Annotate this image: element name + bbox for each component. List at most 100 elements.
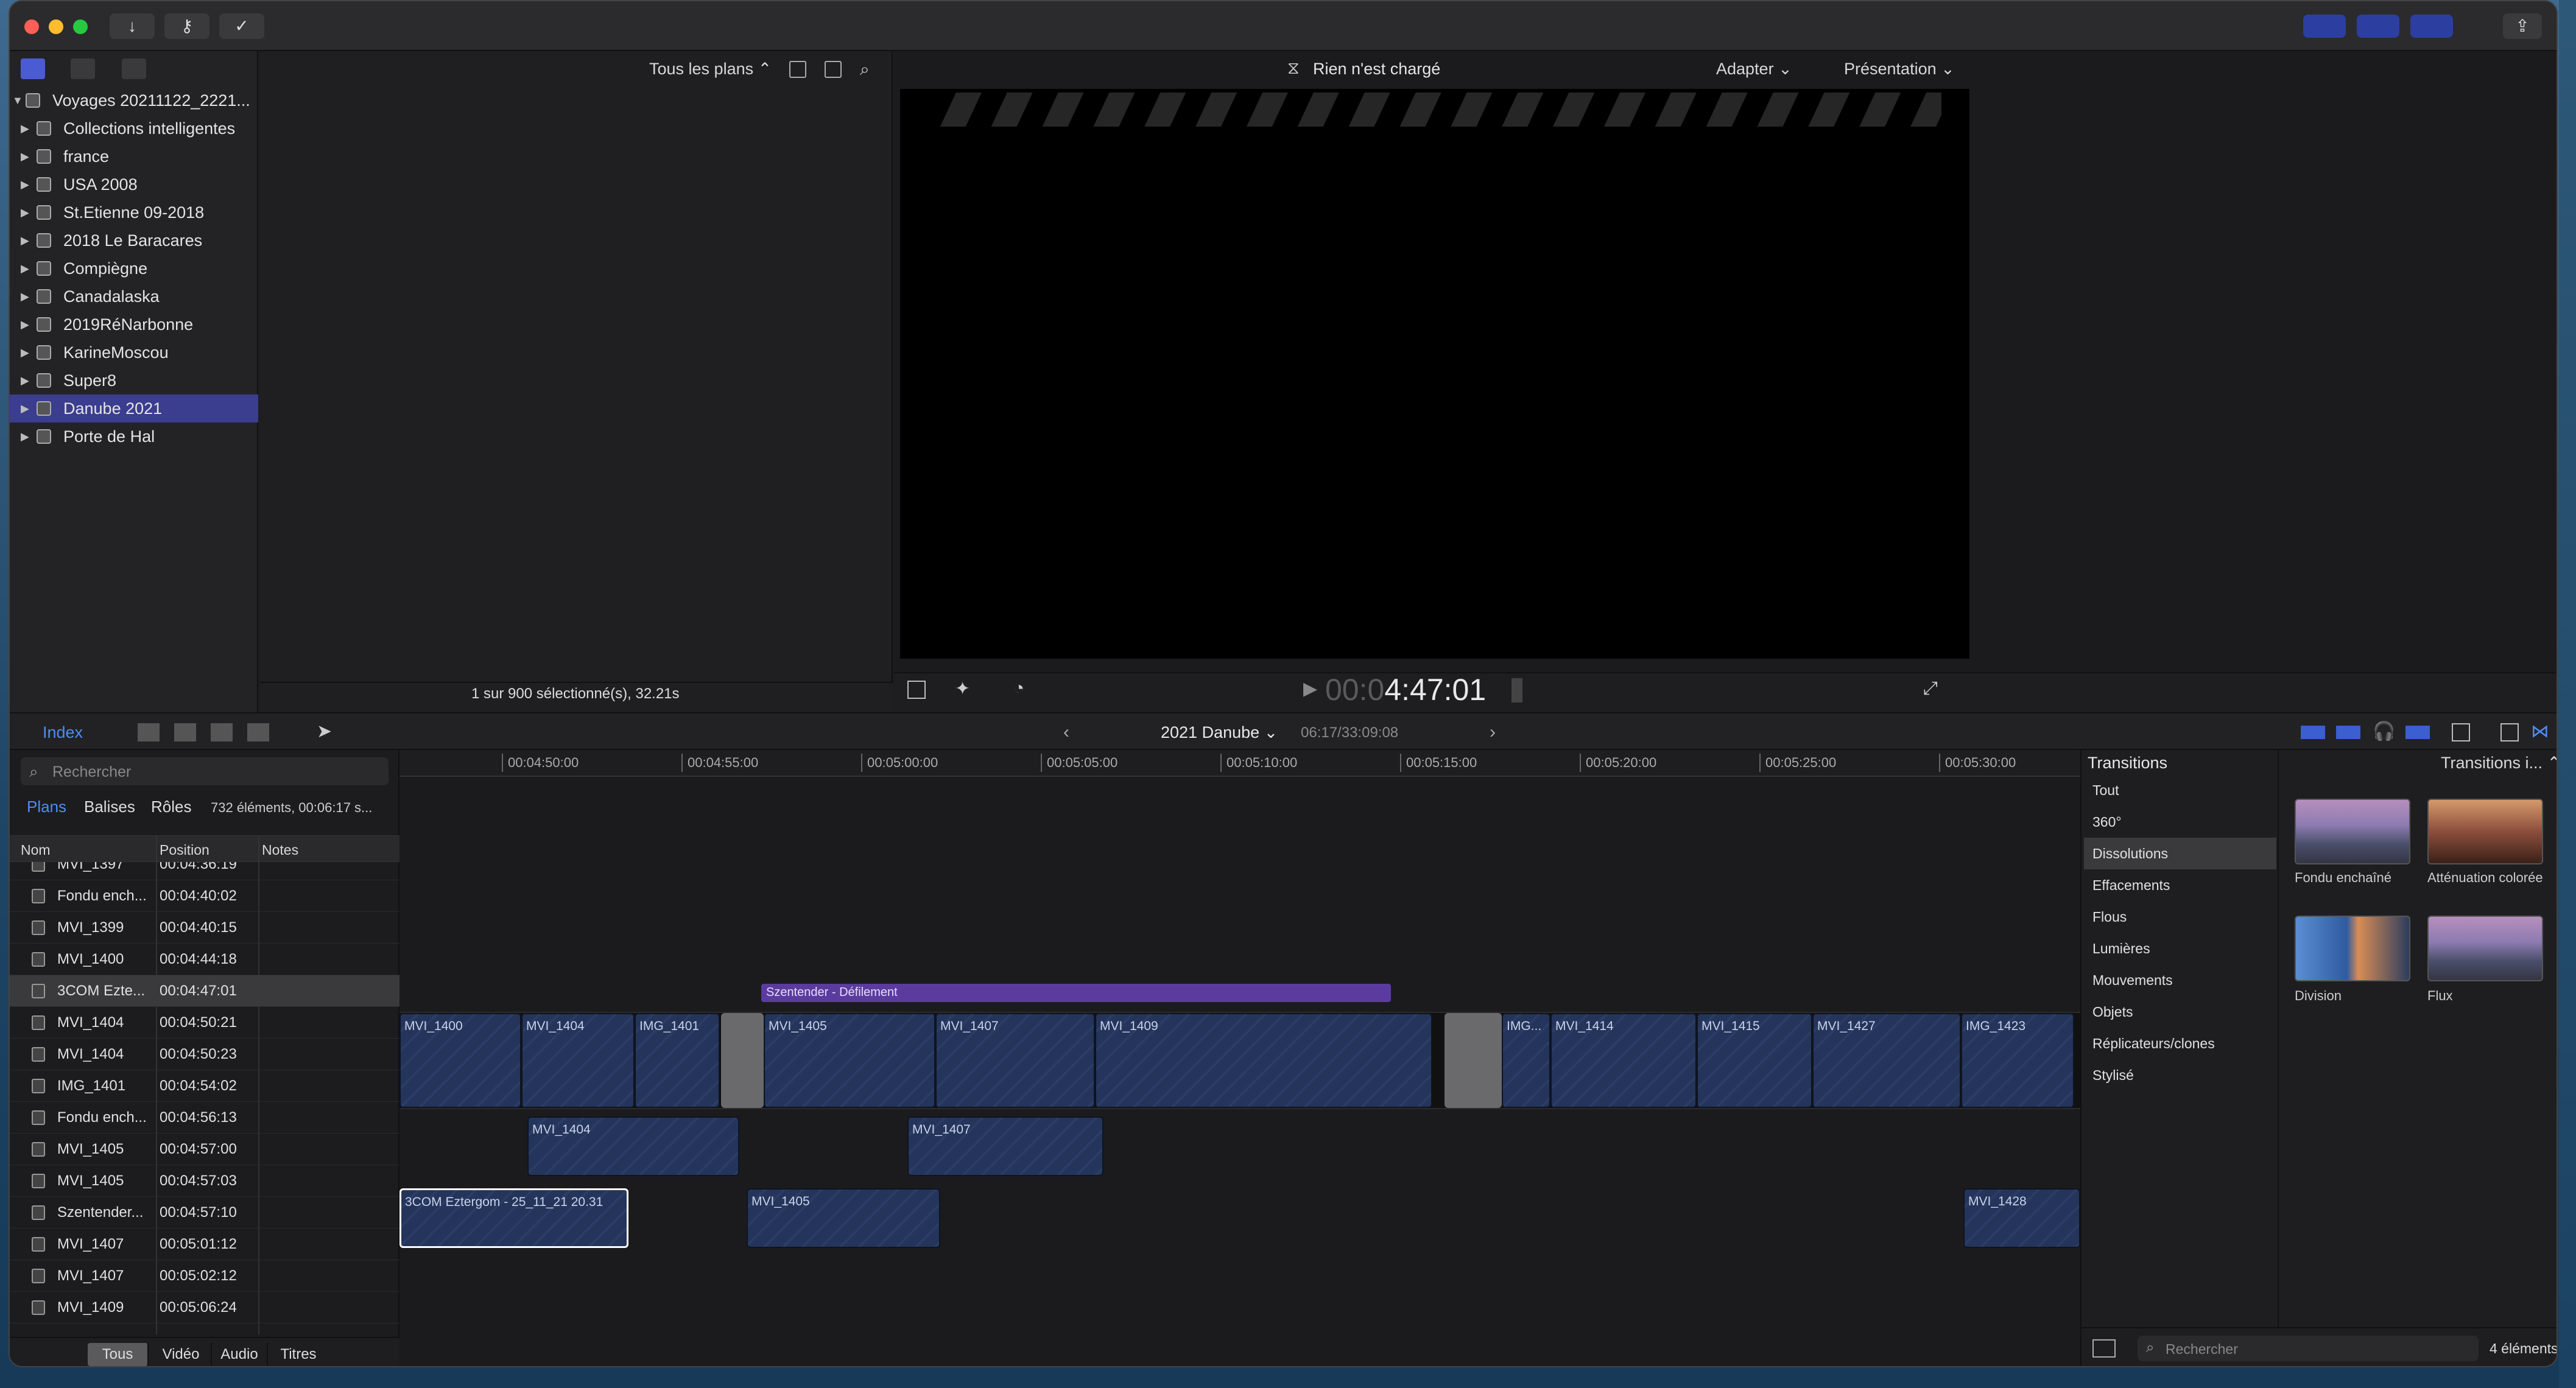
- select-tool-icon[interactable]: ➤: [317, 721, 332, 742]
- overwrite-clip-icon[interactable]: [247, 723, 269, 741]
- library-event-item[interactable]: ▶ Super8: [10, 366, 258, 394]
- enhance-icon[interactable]: ✦: [955, 678, 970, 699]
- project-dropdown[interactable]: 2021 Danube ⌄: [1161, 723, 1278, 742]
- retime-icon[interactable]: ◔: [1013, 678, 1024, 699]
- photos-audio-icon[interactable]: [71, 58, 95, 79]
- index-row[interactable]: MVI_1404 00:04:50:23: [10, 1039, 399, 1070]
- transition-category[interactable]: Mouvements: [2084, 964, 2276, 996]
- disclosure-icon[interactable]: ▶: [21, 142, 29, 170]
- attenuation-coloree-thumbnail[interactable]: [2427, 799, 2543, 864]
- index-row[interactable]: MVI_1407 00:05:01:12: [10, 1229, 399, 1260]
- disclosure-icon[interactable]: ▶: [21, 366, 29, 394]
- library-event-item[interactable]: ▶ Canadalaska: [10, 282, 258, 310]
- close-window-button[interactable]: [24, 19, 39, 34]
- disclosure-open-icon[interactable]: ▼: [12, 86, 23, 114]
- disclosure-icon[interactable]: ▶: [21, 422, 29, 450]
- fullscreen-icon[interactable]: ⤢: [1923, 678, 1938, 699]
- transition-marker[interactable]: [1445, 1013, 1502, 1108]
- fit-dropdown[interactable]: Adapter ⌄: [1716, 60, 1792, 79]
- index-button[interactable]: Index: [43, 723, 83, 742]
- primary-clip[interactable]: MVI_1407: [935, 1013, 1095, 1108]
- inspector-view-button[interactable]: [2410, 15, 2453, 38]
- clip-appearance-timeline-icon[interactable]: [2452, 723, 2470, 741]
- index-row[interactable]: Fondu ench... 00:04:40:02: [10, 880, 399, 912]
- transition-category[interactable]: Réplicateurs/clones: [2084, 1028, 2276, 1059]
- primary-clip[interactable]: MVI_1414: [1550, 1013, 1697, 1108]
- filter-audio[interactable]: Audio: [212, 1343, 268, 1366]
- library-root[interactable]: ▼ Voyages 20211122_2221...: [10, 86, 258, 114]
- play-icon[interactable]: ▶: [1303, 678, 1317, 699]
- filter-video[interactable]: Vidéo: [151, 1343, 212, 1366]
- index-search-field[interactable]: ⌕ Rechercher: [21, 757, 389, 785]
- share-icon[interactable]: ⇪: [2503, 13, 2542, 39]
- search-icon[interactable]: ⌕: [860, 60, 870, 80]
- transition-category[interactable]: Flous: [2084, 901, 2276, 933]
- connected-clip[interactable]: MVI_1405: [747, 1188, 940, 1248]
- column-position[interactable]: Position: [160, 842, 209, 858]
- primary-clip[interactable]: IMG_1401: [635, 1013, 720, 1108]
- title-clip[interactable]: Szentender - Défilement: [761, 984, 1391, 1002]
- effects-browser-icon[interactable]: [2500, 723, 2519, 741]
- timeline-view-button[interactable]: [2357, 15, 2399, 38]
- timeline[interactable]: 00:04:50:00 00:04:55:00 00:05:00:00 00:0…: [399, 750, 2080, 1366]
- disclosure-icon[interactable]: ▶: [21, 394, 29, 422]
- headphones-icon[interactable]: 🎧: [2373, 721, 2395, 742]
- library-event-item[interactable]: ▶ Danube 2021: [10, 394, 258, 422]
- column-notes[interactable]: Notes: [262, 842, 298, 858]
- disclosure-icon[interactable]: ▶: [21, 338, 29, 366]
- disclosure-icon[interactable]: ▶: [21, 198, 29, 226]
- filmstrip-icon[interactable]: [825, 61, 842, 78]
- viewer-screen[interactable]: [900, 89, 1969, 659]
- transition-marker[interactable]: [721, 1013, 764, 1108]
- index-row[interactable]: MVI_1407 00:05:02:12: [10, 1260, 399, 1292]
- flux-thumbnail[interactable]: [2427, 916, 2543, 981]
- transition-category[interactable]: 360°: [2084, 806, 2276, 838]
- library-event-item[interactable]: ▶ KarineMoscou: [10, 338, 258, 366]
- snapping-icon[interactable]: [2405, 726, 2430, 739]
- primary-clip[interactable]: MVI_1404: [521, 1013, 635, 1108]
- timeline-ruler[interactable]: 00:04:50:00 00:04:55:00 00:05:00:00 00:0…: [399, 750, 2080, 777]
- disclosure-icon[interactable]: ▶: [21, 282, 29, 310]
- index-row[interactable]: MVI_1405 00:04:57:03: [10, 1165, 399, 1197]
- library-event-item[interactable]: ▶ 2019RéNarbonne: [10, 310, 258, 338]
- transition-category[interactable]: Dissolutions: [2084, 838, 2276, 869]
- transitions-browser-icon[interactable]: ⋈: [2531, 721, 2549, 742]
- skimming-icon[interactable]: [2301, 726, 2325, 739]
- index-row[interactable]: MVI_1397 00:04:36:19: [10, 862, 399, 880]
- download-icon[interactable]: ↓: [110, 13, 155, 39]
- primary-clip[interactable]: MVI_1405: [764, 1013, 935, 1108]
- tab-plans[interactable]: Plans: [27, 797, 66, 816]
- index-row[interactable]: MVI_1399 00:04:40:15: [10, 912, 399, 944]
- connected-clip[interactable]: MVI_1404: [527, 1116, 739, 1176]
- primary-clip[interactable]: IMG...: [1502, 1013, 1550, 1108]
- transition-category[interactable]: Objets: [2084, 996, 2276, 1028]
- sidebar-toggle-icon[interactable]: [2092, 1339, 2116, 1358]
- index-row[interactable]: Fondu ench... 00:04:56:13: [10, 1102, 399, 1134]
- index-row[interactable]: MVI_1409 00:05:06:24: [10, 1292, 399, 1323]
- index-row[interactable]: MVI_1404 00:04:50:21: [10, 1007, 399, 1039]
- presentation-dropdown[interactable]: Présentation ⌄: [1844, 60, 1955, 79]
- forward-icon[interactable]: ›: [1490, 722, 1496, 743]
- index-row[interactable]: 3COM Ezte... 00:04:47:01: [10, 975, 399, 1007]
- disclosure-icon[interactable]: ▶: [21, 254, 29, 282]
- disclosure-icon[interactable]: ▶: [21, 170, 29, 198]
- audio-skimming-icon[interactable]: [2336, 726, 2360, 739]
- filter-tous[interactable]: Tous: [88, 1343, 149, 1366]
- tab-balises[interactable]: Balises: [84, 797, 135, 816]
- index-row[interactable]: MVI_1400 00:04:44:18: [10, 944, 399, 975]
- filter-titres[interactable]: Titres: [268, 1343, 329, 1366]
- append-clip-icon[interactable]: [211, 723, 233, 741]
- back-icon[interactable]: ‹: [1063, 722, 1069, 743]
- connected-clip[interactable]: MVI_1428: [1963, 1188, 2080, 1248]
- primary-clip[interactable]: IMG_1423: [1961, 1013, 2074, 1108]
- transitions-dropdown[interactable]: Transitions i... ⌃: [2441, 754, 2557, 773]
- transitions-search-field[interactable]: ⌕ Rechercher: [2138, 1336, 2479, 1361]
- selected-connected-clip[interactable]: 3COM Eztergom - 25_11_21 20.31: [399, 1188, 628, 1248]
- library-event-item[interactable]: ▶ St.Etienne 09-2018: [10, 198, 258, 226]
- index-row[interactable]: Szentender... 00:04:57:10: [10, 1197, 399, 1229]
- primary-clip[interactable]: MVI_1427: [1812, 1013, 1961, 1108]
- library-event-item[interactable]: ▶ Compiègne: [10, 254, 258, 282]
- clip-appearance-icon[interactable]: [789, 61, 806, 78]
- disclosure-icon[interactable]: ▶: [21, 310, 29, 338]
- transition-category[interactable]: Tout: [2084, 774, 2276, 806]
